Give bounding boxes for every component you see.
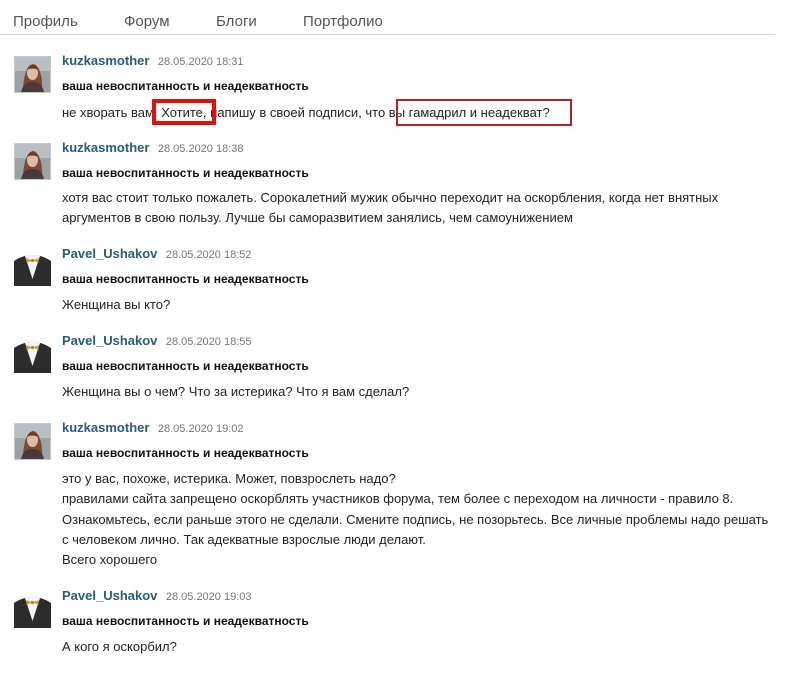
highlighted-text: вы гамадрил и неадекват? (388, 105, 550, 120)
post-date: 28.05.2020 18:38 (157, 143, 244, 155)
forum-post: Pavel_Ushakov 28.05.2020 18:55 ваша нево… (0, 332, 795, 407)
tuxedo-bowtie-icon (14, 249, 51, 286)
post-subject: ваша невоспитанность и неадекватность (62, 166, 309, 180)
user-avatar[interactable] (14, 56, 51, 93)
post-body: Женщина вы кто? (62, 295, 782, 315)
tuxedo-bowtie-icon (14, 336, 51, 373)
woman-portrait-icon (15, 424, 50, 459)
forum-post: Pavel_Ushakov 28.05.2020 18:52 ваша нево… (0, 245, 795, 320)
woman-portrait-icon (15, 57, 50, 92)
post-author-link[interactable]: Pavel_Ushakov (62, 333, 157, 348)
post-text-line: Женщина вы кто? (62, 297, 171, 312)
post-date: 28.05.2020 18:55 (165, 336, 252, 348)
post-subject: ваша невоспитанность и неадекватность (62, 446, 309, 460)
user-avatar[interactable] (14, 143, 51, 180)
post-text: не хворать вам. (62, 105, 162, 120)
forum-post: kuzkasmother 28.05.2020 18:31 ваша невос… (0, 52, 795, 132)
post-text-line: А кого я оскорбил? (62, 639, 177, 654)
post-subject: ваша невоспитанность и неадекватность (62, 272, 309, 286)
post-body: это у вас, похоже, истерика. Может, повз… (62, 469, 782, 570)
post-text-line: аргументов в свою пользу. Лучше бы самор… (62, 210, 573, 226)
post-body: Женщина вы о чем? Что за истерика? Что я… (62, 382, 782, 402)
post-author-link[interactable]: kuzkasmother (62, 140, 149, 155)
forum-post: kuzkasmother 28.05.2020 19:02 ваша невос… (0, 419, 795, 574)
post-text-line: Ознакомьтесь, если раньше этого не сдела… (62, 511, 769, 527)
post-date: 28.05.2020 19:03 (165, 591, 252, 603)
post-author-link[interactable]: Pavel_Ushakov (62, 246, 157, 261)
post-date: 28.05.2020 19:02 (157, 423, 244, 435)
post-author-link[interactable]: Pavel_Ushakov (62, 588, 157, 603)
user-avatar[interactable] (14, 249, 51, 286)
post-text-line: Всего хорошего (62, 552, 158, 568)
post-text-line: правилами сайта запрещено оскорблять уча… (62, 491, 734, 507)
highlighted-text: Хотите, (161, 105, 207, 120)
tuxedo-bowtie-icon (14, 591, 51, 628)
forum-nav-bar: Профиль Форум Блоги Портфолио (0, 0, 775, 35)
post-subject: ваша невоспитанность и неадекватность (62, 359, 309, 373)
user-avatar[interactable] (14, 591, 51, 628)
post-body: А кого я оскорбил? (62, 637, 782, 657)
post-date: 28.05.2020 18:52 (165, 249, 252, 261)
post-text: напишу в своей подписи, что (206, 105, 389, 120)
nav-profile-link[interactable]: Профиль (13, 13, 78, 30)
nav-blogs-link[interactable]: Блоги (216, 13, 257, 30)
post-body: хотя вас стоит только пожалеть. Сорокале… (62, 188, 782, 229)
forum-post: kuzkasmother 28.05.2020 18:38 ваша невос… (0, 139, 795, 229)
post-text-line: Женщина вы о чем? Что за истерика? Что я… (62, 384, 410, 399)
forum-post: Pavel_Ushakov 28.05.2020 19:03 ваша нево… (0, 587, 795, 667)
post-author-link[interactable]: kuzkasmother (62, 420, 149, 435)
post-subject: ваша невоспитанность и неадекватность (62, 614, 309, 628)
post-body: не хворать вам. Хотите, напишу в своей п… (62, 103, 782, 123)
nav-portfolio-link[interactable]: Портфолио (303, 13, 383, 30)
woman-portrait-icon (15, 144, 50, 179)
post-subject: ваша невоспитанность и неадекватность (62, 79, 309, 93)
post-text-line: хотя вас стоит только пожалеть. Сорокале… (62, 190, 719, 205)
user-avatar[interactable] (14, 423, 51, 460)
nav-forum-link[interactable]: Форум (124, 13, 170, 30)
post-text-line: это у вас, похоже, истерика. Может, повз… (62, 471, 396, 486)
post-text-line: с человеком лично. Так адекватные взросл… (62, 531, 426, 547)
user-avatar[interactable] (14, 336, 51, 373)
post-date: 28.05.2020 18:31 (157, 56, 244, 68)
post-author-link[interactable]: kuzkasmother (62, 53, 149, 68)
